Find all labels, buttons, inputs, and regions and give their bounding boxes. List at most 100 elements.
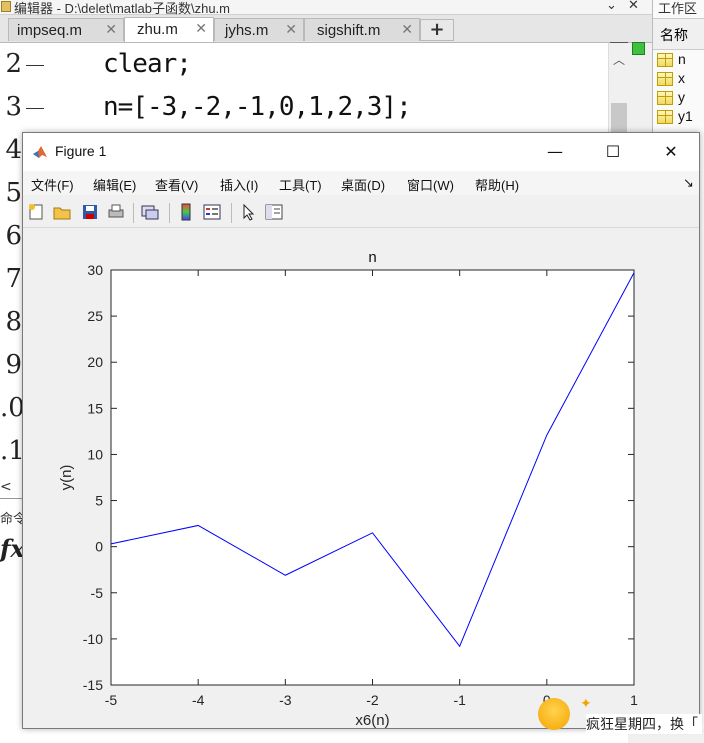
- menu-tools[interactable]: 工具(T): [279, 175, 322, 194]
- line-number: .1: [0, 436, 22, 466]
- tab-jyhs[interactable]: jyhs.m ✕: [214, 18, 304, 41]
- minimize-button[interactable]: —: [535, 138, 575, 166]
- scrollbar-thumb[interactable]: [611, 103, 627, 133]
- figure-toolbar: [23, 195, 699, 228]
- new-figure-icon[interactable]: [27, 203, 45, 221]
- figure-window: Figure 1 — ☐ ✕ 文件(F) 编辑(E) 查看(V) 插入(I) 工…: [22, 132, 700, 729]
- x-axis-label: x6(n): [355, 712, 389, 728]
- close-icon[interactable]: ✕: [195, 20, 207, 37]
- code-line[interactable]: clear;: [103, 49, 191, 79]
- axes-box: [111, 270, 634, 685]
- y-tick-label: 30: [87, 262, 103, 278]
- line-chart[interactable]: -5-4-3-2-101-15-10-5051015202530nx6(n)y(…: [23, 228, 699, 728]
- x-tick-label: -2: [366, 692, 379, 708]
- chevron-up-icon[interactable]: ︿: [613, 51, 625, 68]
- code-analyzer-indicator[interactable]: [632, 42, 645, 55]
- plot-area[interactable]: -5-4-3-2-101-15-10-5051015202530nx6(n)y(…: [23, 228, 699, 728]
- editor-menu-button[interactable]: ⌄: [606, 0, 617, 13]
- variable-name: y1: [678, 108, 693, 124]
- y-tick-label: 15: [87, 400, 103, 416]
- menu-insert[interactable]: 插入(I): [220, 175, 258, 194]
- y-tick-label: 0: [95, 539, 103, 555]
- add-tab-button[interactable]: +: [420, 19, 454, 41]
- matlab-logo-icon: [33, 145, 47, 159]
- notification-toast[interactable]: ✦ 疯狂星期四，换「: [532, 694, 704, 729]
- figure-menu-bar: 文件(F) 编辑(E) 查看(V) 插入(I) 工具(T) 桌面(D) 窗口(W…: [23, 171, 699, 195]
- y-tick-label: 25: [87, 308, 103, 324]
- workspace-title: 工作区: [658, 0, 697, 17]
- close-icon[interactable]: ✕: [285, 21, 297, 38]
- workspace-header[interactable]: 名称: [653, 18, 704, 50]
- x-tick-label: -4: [192, 692, 205, 708]
- toolbar-separator: [169, 203, 170, 223]
- tab-label: impseq.m: [17, 22, 82, 39]
- toolbar-separator: [231, 203, 232, 223]
- tab-sigshift[interactable]: sigshift.m ✕: [304, 18, 420, 41]
- y-tick-label: -10: [83, 631, 103, 647]
- breakpoint-dash[interactable]: [26, 65, 44, 66]
- y-tick-label: 5: [95, 493, 103, 509]
- toolbar-separator: [133, 203, 134, 223]
- colorbar-icon[interactable]: [177, 203, 195, 221]
- name-column-header: 名称: [660, 25, 688, 45]
- menu-window[interactable]: 窗口(W): [407, 175, 454, 194]
- maximize-button[interactable]: ☐: [593, 138, 633, 166]
- editor-title-bar: 编辑器 - D:\delet\matlab子函数\zhu.m ⌄ ✕: [0, 0, 652, 15]
- link-plot-icon[interactable]: [141, 203, 159, 221]
- line-number: 2: [0, 49, 22, 79]
- x-tick-label: -3: [279, 692, 292, 708]
- variable-name: y: [678, 89, 685, 105]
- save-icon[interactable]: [81, 203, 99, 221]
- open-icon[interactable]: [53, 203, 71, 221]
- variable-name: n: [678, 51, 686, 67]
- y-tick-label: -5: [91, 585, 104, 601]
- fx-icon: fx: [0, 534, 25, 563]
- legend-icon[interactable]: [203, 203, 221, 221]
- matrix-icon: [657, 91, 673, 105]
- tab-label: sigshift.m: [317, 22, 380, 39]
- matrix-icon: [657, 53, 673, 67]
- notification-text: 疯狂星期四，换「: [586, 714, 702, 734]
- tab-label: jyhs.m: [225, 22, 268, 39]
- x-tick-label: -1: [453, 692, 466, 708]
- menu-edit[interactable]: 编辑(E): [93, 175, 136, 194]
- dock-arrow-icon[interactable]: ↘: [683, 175, 694, 191]
- close-icon[interactable]: ✕: [105, 21, 117, 38]
- line-number: 9: [0, 350, 22, 380]
- variable-name: x: [678, 70, 685, 86]
- line-number: 6: [0, 221, 22, 251]
- editor-close-button[interactable]: ✕: [628, 0, 639, 13]
- print-icon[interactable]: [107, 203, 125, 221]
- y-axis-label: y(n): [58, 465, 75, 491]
- line-number: 8: [0, 307, 22, 337]
- chart-title: n: [368, 249, 376, 266]
- breakpoint-dash[interactable]: [26, 108, 44, 109]
- tab-zhu[interactable]: zhu.m ✕: [124, 17, 214, 42]
- sun-mascot-icon: [538, 698, 570, 730]
- y-tick-label: -15: [83, 677, 103, 693]
- property-editor-icon[interactable]: [265, 203, 283, 221]
- menu-desktop[interactable]: 桌面(D): [341, 175, 385, 194]
- menu-file[interactable]: 文件(F): [31, 175, 74, 194]
- menu-help[interactable]: 帮助(H): [475, 175, 519, 194]
- figure-title: Figure 1: [55, 143, 106, 159]
- editor-icon: [1, 1, 11, 12]
- menu-view[interactable]: 查看(V): [155, 175, 198, 194]
- close-icon[interactable]: ✕: [401, 21, 413, 38]
- tab-label: zhu.m: [137, 21, 178, 38]
- line-number: 7: [0, 264, 22, 294]
- code-line[interactable]: n=[-3,-2,-1,0,1,2,3];: [103, 92, 411, 122]
- line-number: 5: [0, 178, 22, 208]
- matrix-icon: [657, 72, 673, 86]
- matrix-icon: [657, 110, 673, 124]
- line-number: .0: [0, 393, 22, 423]
- pointer-icon[interactable]: [239, 203, 257, 221]
- editor-scrollbar[interactable]: ︿: [608, 43, 629, 133]
- y-tick-label: 10: [87, 446, 103, 462]
- x-tick-label: -5: [105, 692, 118, 708]
- scroll-left-button[interactable]: <: [0, 479, 20, 497]
- tab-impseq[interactable]: impseq.m ✕: [8, 18, 124, 41]
- figure-title-bar[interactable]: Figure 1 — ☐ ✕: [23, 133, 699, 171]
- sparkle-icon: ✦: [580, 696, 592, 712]
- close-button[interactable]: ✕: [651, 138, 691, 166]
